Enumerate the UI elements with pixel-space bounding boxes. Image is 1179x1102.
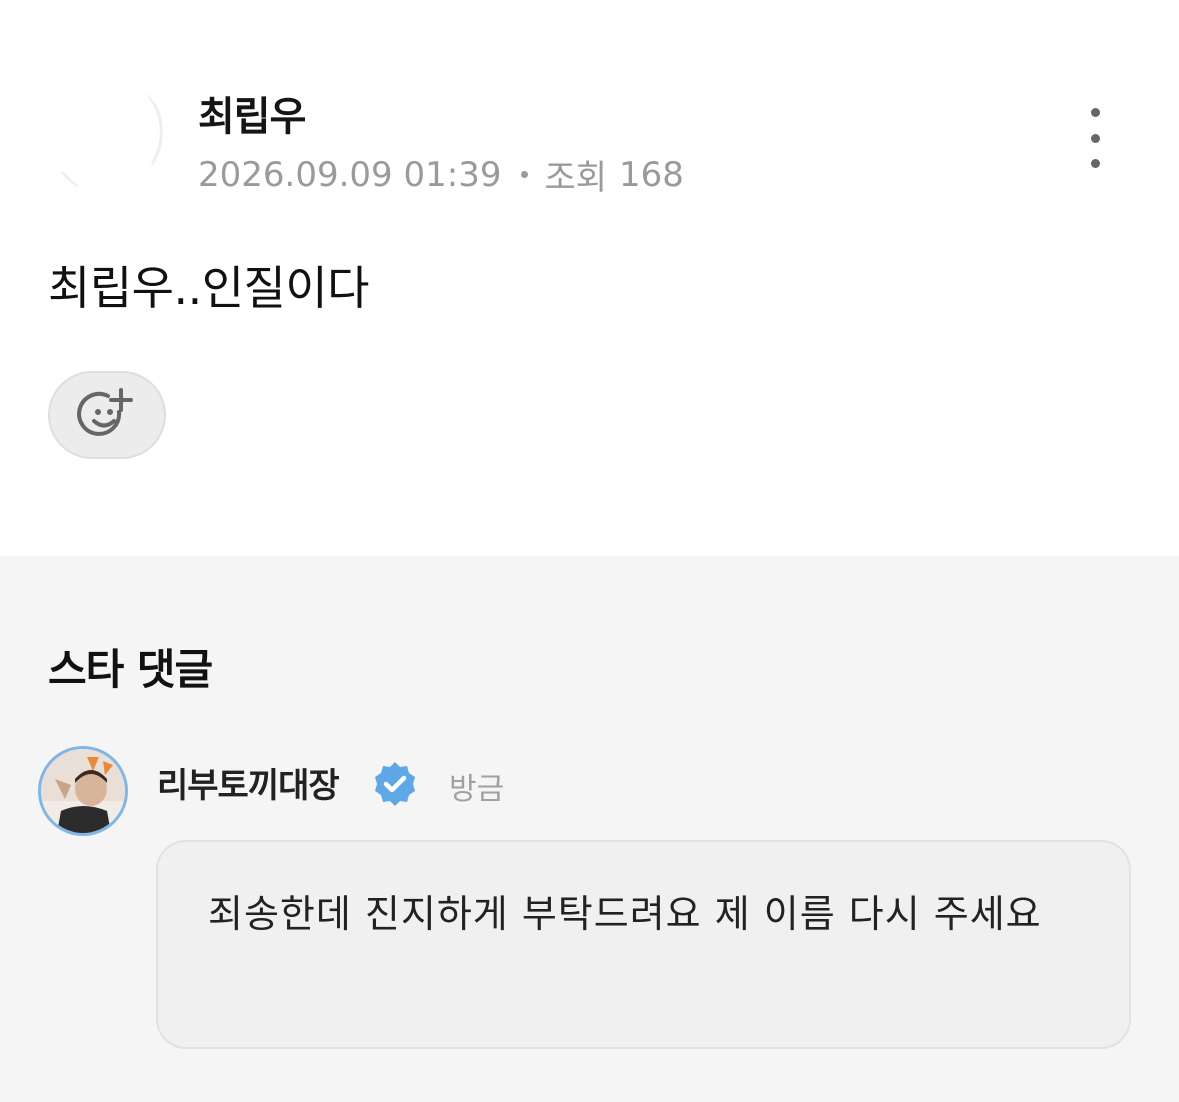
comment-time: 방금 <box>449 772 505 807</box>
post-date: 2026.09.09 01:39 <box>198 154 502 195</box>
author-avatar[interactable] <box>48 80 168 200</box>
add-reaction-button[interactable] <box>48 371 166 459</box>
commenter-avatar[interactable] <box>38 746 128 836</box>
views-label: 조회 <box>544 158 608 198</box>
more-vertical-icon-dot <box>1090 159 1100 168</box>
post: 최립우 2026.09.09 01:39 조회 168 최립우..인질이다 <box>0 0 1179 556</box>
author-name[interactable]: 최립우 <box>198 84 306 142</box>
add-reaction-icon <box>77 388 133 436</box>
views-count: 168 <box>619 154 684 195</box>
commenter-name[interactable]: 리부토끼대장 <box>157 758 340 807</box>
verified-badge-icon <box>375 762 415 806</box>
post-meta: 2026.09.09 01:39 조회 168 <box>198 150 684 199</box>
star-comments-section: 스타 댓글 리부토끼대장 방금 죄송한데 진지하게 부탁드려요 제 이름 다시 … <box>0 556 1179 1102</box>
separator-dot <box>521 171 529 178</box>
post-body: 최립우..인질이다 <box>48 261 369 315</box>
more-vertical-icon-dot <box>1090 133 1100 143</box>
more-vertical-icon <box>1090 108 1100 117</box>
section-title: 스타 댓글 <box>48 645 213 694</box>
more-options-button[interactable] <box>1075 108 1115 168</box>
comment-text: 죄송한데 진지하게 부탁드려요 제 이름 다시 주세요 <box>156 840 1131 1049</box>
